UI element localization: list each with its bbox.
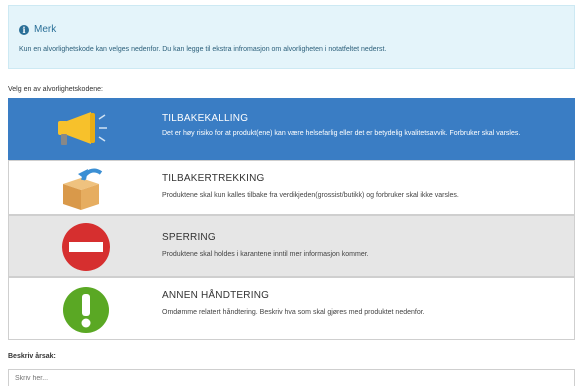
reason-label: Beskriv årsak: [8, 353, 56, 360]
megaphone-icon [55, 110, 111, 153]
option-description: Produktene skal holdes i karantene innti… [162, 251, 369, 258]
alert-header: i Merk [19, 24, 56, 35]
reason-input[interactable] [8, 369, 575, 386]
option-sperring[interactable]: SPERRING Produktene skal holdes i karant… [8, 215, 575, 277]
info-icon: i [19, 24, 29, 35]
option-title: TILBAKERTREKKING [162, 173, 265, 184]
option-title: ANNEN HÅNDTERING [162, 290, 270, 301]
option-tilbakertrekking[interactable]: TILBAKERTREKKING Produktene skal kun kal… [8, 160, 575, 215]
alert-title: Merk [34, 24, 57, 35]
alert-text: Kun en alvorlighetskode kan velges neden… [19, 46, 387, 53]
option-tilbakekalling[interactable]: TILBAKEKALLING Det er høy risiko for at … [8, 98, 575, 160]
box-return-icon [61, 166, 105, 217]
option-description: Det er høy risiko for at produkt(ene) ka… [162, 130, 521, 137]
option-title: SPERRING [162, 232, 216, 243]
severity-prompt: Velg en av alvorlighetskodene: [8, 86, 103, 93]
exclamation-icon [62, 286, 110, 339]
option-title: TILBAKEKALLING [162, 113, 249, 124]
option-description: Produktene skal kun kalles tilbake fra v… [162, 192, 459, 199]
info-alert: i Merk Kun en alvorlighetskode kan velge… [8, 5, 575, 69]
no-entry-icon [61, 222, 111, 277]
option-description: Omdømme relatert håndtering. Beskriv hva… [162, 309, 425, 316]
option-annen-handtering[interactable]: ANNEN HÅNDTERING Omdømme relatert håndte… [8, 277, 575, 340]
